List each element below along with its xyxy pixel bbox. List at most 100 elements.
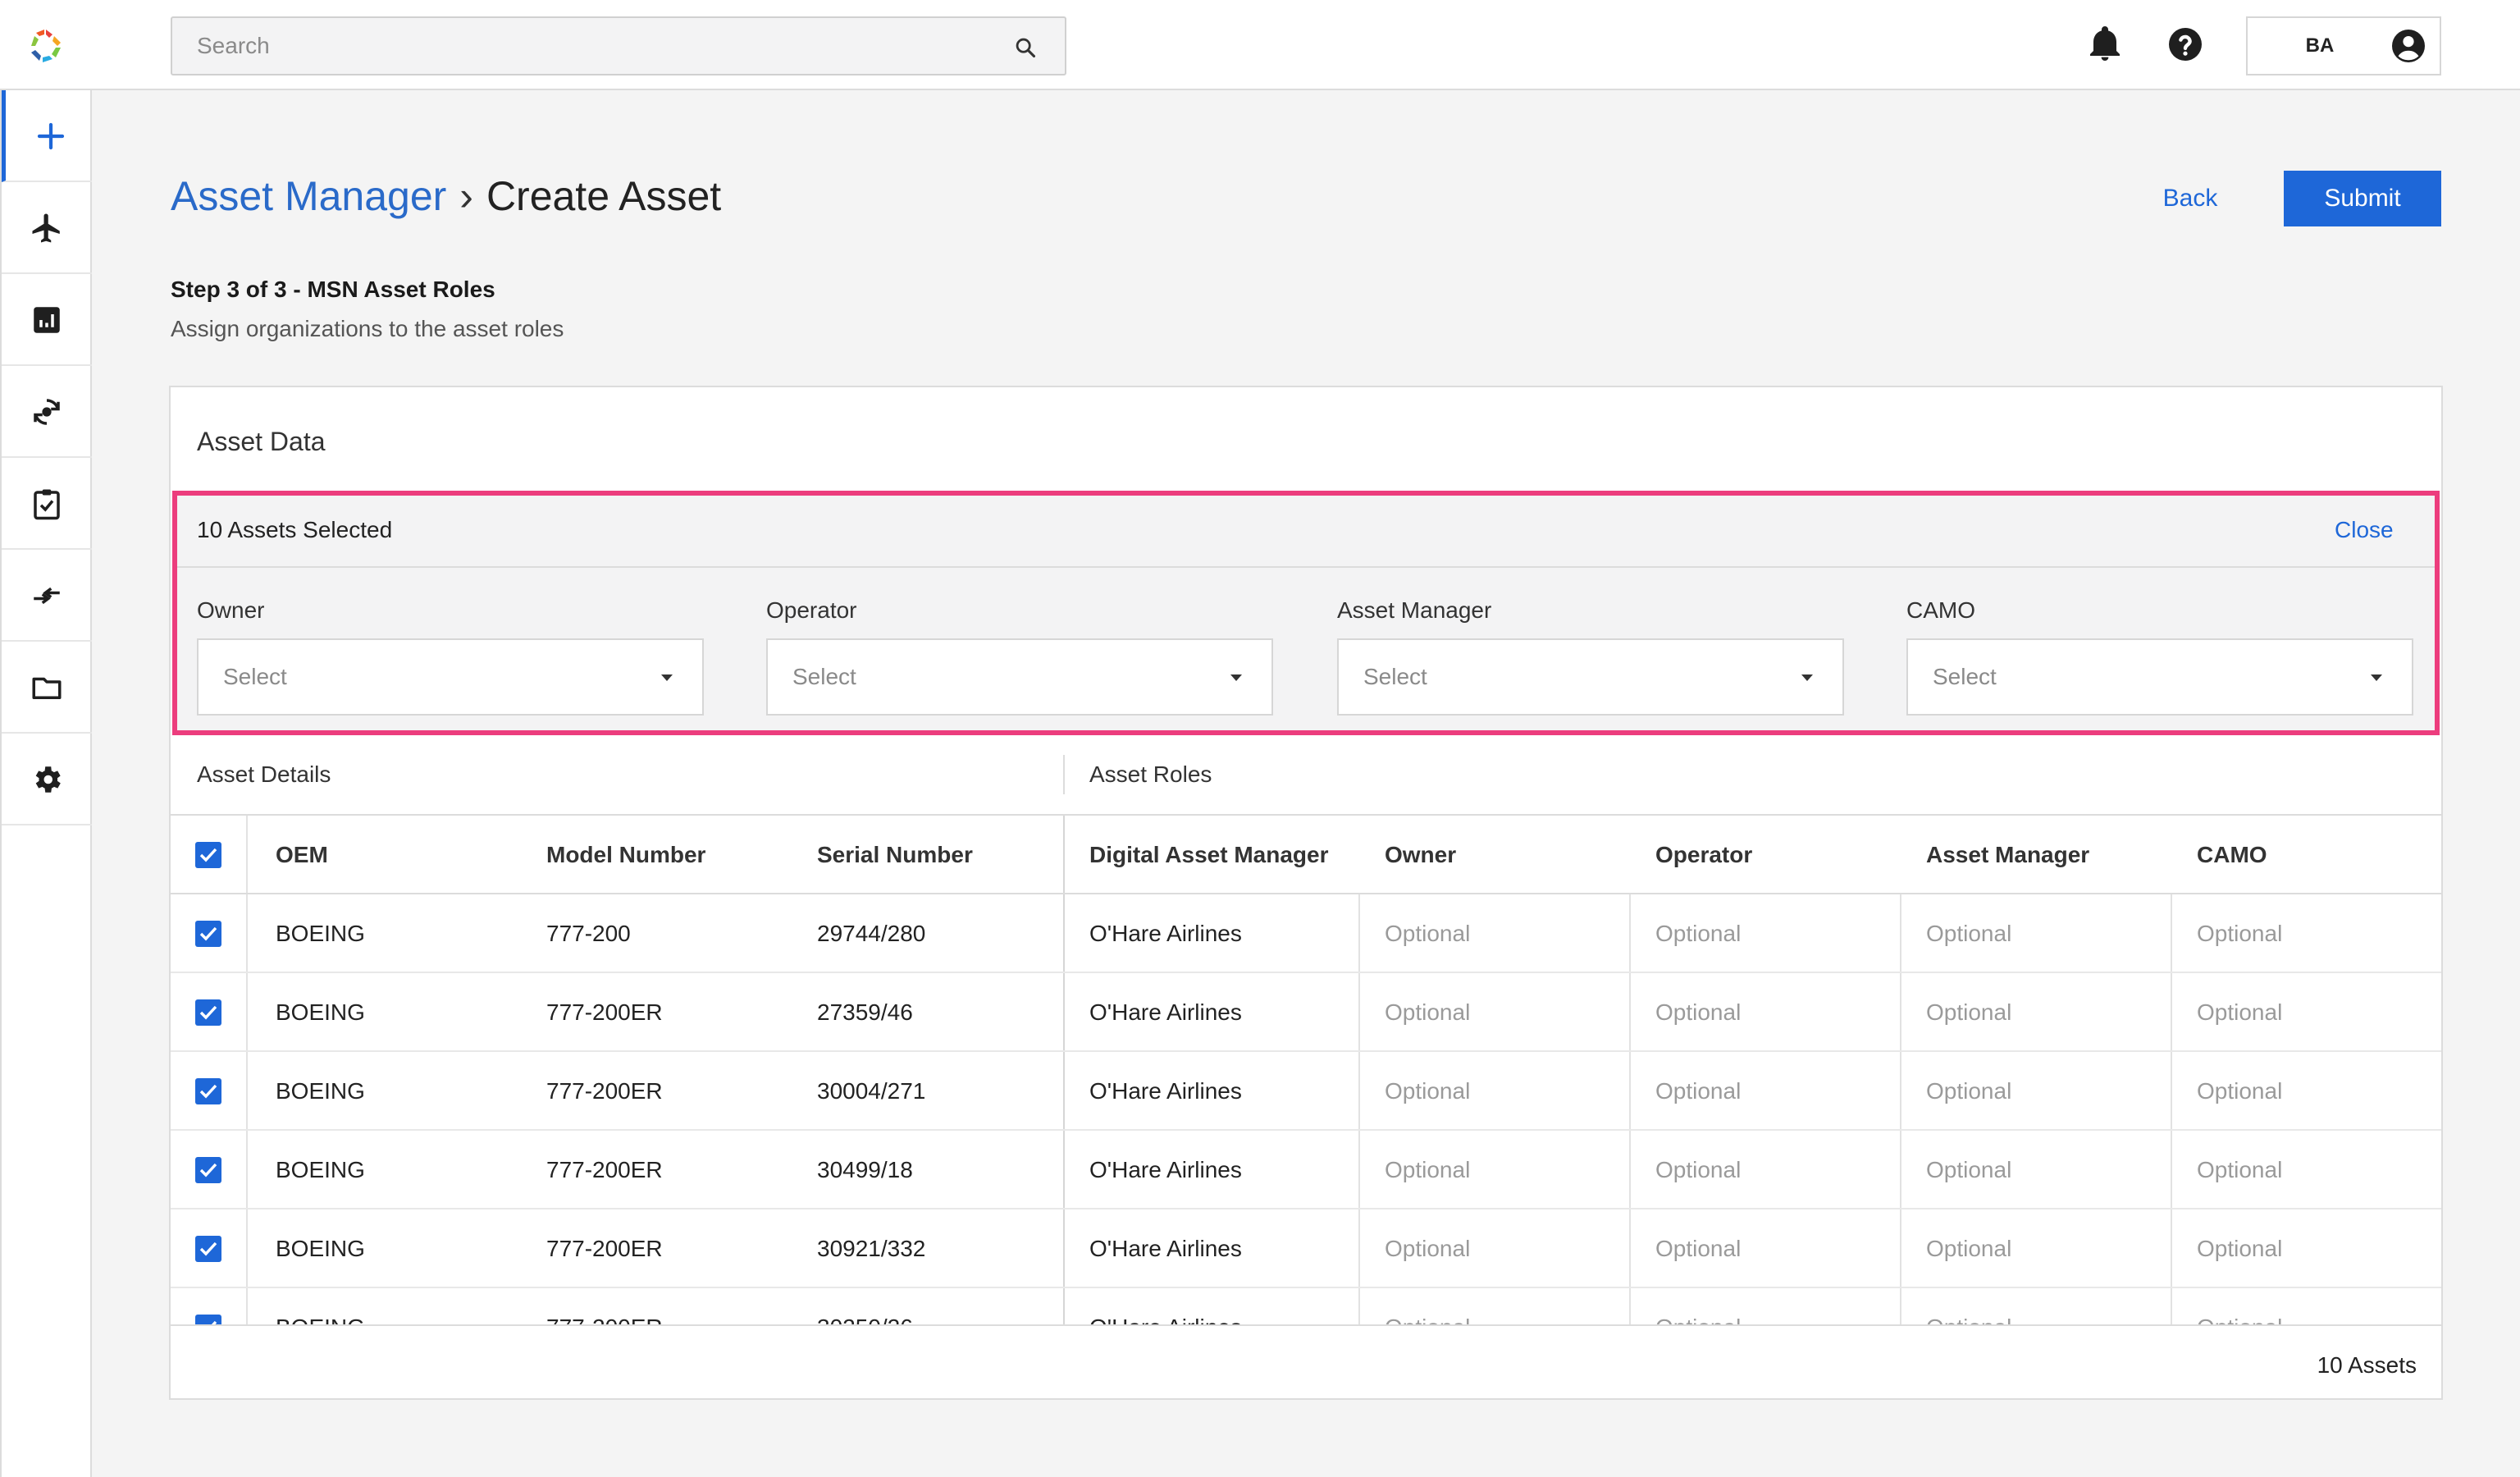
caret-down-icon: [1230, 674, 1242, 681]
cell-digital-asset-manager: O'Hare Airlines: [1089, 999, 1242, 1025]
table-row[interactable]: BOEING 777-200ER 30921/332 O'Hare Airlin…: [171, 1209, 2441, 1288]
column-divider: [246, 1131, 248, 1208]
column-divider: [1900, 973, 1901, 1050]
column-header-owner[interactable]: Owner: [1385, 842, 1456, 868]
asset-manager-select[interactable]: Select: [1337, 638, 1844, 716]
column-header-serial-number[interactable]: Serial Number: [817, 842, 973, 868]
cell-owner[interactable]: Optional: [1385, 1157, 1470, 1183]
cell-digital-asset-manager: O'Hare Airlines: [1089, 1157, 1242, 1182]
cell-oem: BOEING: [276, 1157, 365, 1182]
step-subtitle: Assign organizations to the asset roles: [171, 316, 564, 341]
cell-camo[interactable]: Optional: [2197, 1157, 2282, 1183]
table-body: BOEING 777-200 29744/280 O'Hare Airlines…: [171, 894, 2441, 1324]
column-divider: [246, 1052, 248, 1129]
cell-operator[interactable]: Optional: [1655, 1078, 1741, 1104]
cell-camo[interactable]: Optional: [2197, 1315, 2282, 1324]
cell-owner[interactable]: Optional: [1385, 1078, 1470, 1104]
table-row[interactable]: BOEING 777-200ER 30499/18 O'Hare Airline…: [171, 1131, 2441, 1209]
row-checkbox[interactable]: [195, 1157, 221, 1183]
cell-camo[interactable]: Optional: [2197, 999, 2282, 1026]
row-checkbox[interactable]: [195, 921, 221, 947]
owner-select[interactable]: Select: [197, 638, 704, 716]
sidebar-item-aircraft[interactable]: [2, 182, 92, 274]
cell-operator[interactable]: Optional: [1655, 1236, 1741, 1262]
camo-select-value: Select: [1933, 664, 1997, 689]
cell-owner[interactable]: Optional: [1385, 1315, 1470, 1324]
asset-manager-select-value: Select: [1363, 664, 1427, 689]
submit-button[interactable]: Submit: [2284, 171, 2441, 226]
column-header-digital-asset-manager[interactable]: Digital Asset Manager: [1089, 842, 1328, 868]
column-header-operator[interactable]: Operator: [1655, 842, 1752, 868]
cell-serial-number: 27359/46: [817, 999, 913, 1025]
operator-select[interactable]: Select: [766, 638, 1273, 716]
app-logo-icon[interactable]: [25, 25, 67, 67]
user-menu[interactable]: BA: [2246, 16, 2441, 75]
sync-icon: [34, 399, 60, 425]
column-divider: [1629, 1209, 1631, 1287]
table-row[interactable]: BOEING 777-200 29744/280 O'Hare Airlines…: [171, 894, 2441, 973]
cell-asset-manager[interactable]: Optional: [1926, 921, 2011, 947]
cell-asset-manager[interactable]: Optional: [1926, 999, 2011, 1026]
caret-down-icon: [2371, 674, 2382, 681]
sidebar-item-create[interactable]: [2, 90, 92, 182]
search-bar[interactable]: [171, 16, 1066, 75]
cell-camo[interactable]: Optional: [2197, 1236, 2282, 1262]
sidebar-nav: [0, 90, 92, 1477]
sidebar-item-transfer[interactable]: [2, 550, 92, 642]
cell-camo[interactable]: Optional: [2197, 1078, 2282, 1104]
column-divider: [1358, 1209, 1360, 1287]
cell-owner[interactable]: Optional: [1385, 999, 1470, 1026]
row-checkbox[interactable]: [195, 1315, 221, 1324]
help-icon[interactable]: [2166, 25, 2205, 64]
cell-operator[interactable]: Optional: [1655, 921, 1741, 947]
cell-serial-number: 30250/26: [817, 1315, 913, 1324]
sidebar-item-tasks[interactable]: [2, 458, 92, 550]
column-header-asset-manager[interactable]: Asset Manager: [1926, 842, 2089, 868]
column-divider: [1629, 1052, 1631, 1129]
cell-asset-manager[interactable]: Optional: [1926, 1315, 2011, 1324]
column-divider: [2171, 1052, 2172, 1129]
column-divider: [2171, 894, 2172, 972]
cell-operator[interactable]: Optional: [1655, 1315, 1741, 1324]
column-divider: [1063, 973, 1065, 1050]
account-circle-icon[interactable]: [2389, 26, 2428, 66]
asset-manager-label: Asset Manager: [1337, 597, 1492, 623]
breadcrumb-parent-link[interactable]: Asset Manager: [171, 173, 446, 219]
column-header-model-number[interactable]: Model Number: [546, 842, 705, 868]
breadcrumb-separator: ›: [459, 173, 473, 219]
sidebar-item-reports[interactable]: [2, 274, 92, 366]
back-button[interactable]: Back: [2133, 171, 2248, 226]
camo-select[interactable]: Select: [1906, 638, 2413, 716]
cell-operator[interactable]: Optional: [1655, 1157, 1741, 1183]
row-checkbox[interactable]: [195, 999, 221, 1026]
column-divider: [1063, 816, 1065, 893]
column-header-camo[interactable]: CAMO: [2197, 842, 2267, 868]
cell-operator[interactable]: Optional: [1655, 999, 1741, 1026]
column-divider: [1358, 1052, 1360, 1129]
cell-serial-number: 29744/280: [817, 921, 926, 946]
row-checkbox[interactable]: [195, 1078, 221, 1104]
cell-camo[interactable]: Optional: [2197, 921, 2282, 947]
close-link[interactable]: Close: [2335, 517, 2394, 543]
notifications-bell-icon[interactable]: [2085, 25, 2125, 64]
column-header-oem[interactable]: OEM: [276, 842, 328, 868]
cell-asset-manager[interactable]: Optional: [1926, 1078, 2011, 1104]
bulk-assign-panel: 10 Assets Selected Close Owner Select Op…: [172, 491, 2440, 735]
cell-owner[interactable]: Optional: [1385, 1236, 1470, 1262]
sidebar-item-sync[interactable]: [2, 366, 92, 458]
search-input[interactable]: [172, 18, 1065, 74]
page-title: Create Asset: [486, 173, 722, 219]
column-divider: [1629, 973, 1631, 1050]
sidebar-item-files[interactable]: [2, 642, 92, 734]
sidebar-item-settings[interactable]: [2, 734, 92, 825]
table-row[interactable]: BOEING 777-200ER 30250/26 O'Hare Airline…: [171, 1288, 2441, 1324]
select-all-checkbox[interactable]: [195, 842, 221, 868]
table-row[interactable]: BOEING 777-200ER 27359/46 O'Hare Airline…: [171, 973, 2441, 1052]
cell-asset-manager[interactable]: Optional: [1926, 1236, 2011, 1262]
cell-asset-manager[interactable]: Optional: [1926, 1157, 2011, 1183]
cell-owner[interactable]: Optional: [1385, 921, 1470, 947]
search-icon[interactable]: [1014, 36, 1037, 59]
row-checkbox[interactable]: [195, 1236, 221, 1262]
table-row[interactable]: BOEING 777-200ER 30004/271 O'Hare Airlin…: [171, 1052, 2441, 1131]
cell-model-number: 777-200: [546, 921, 631, 946]
